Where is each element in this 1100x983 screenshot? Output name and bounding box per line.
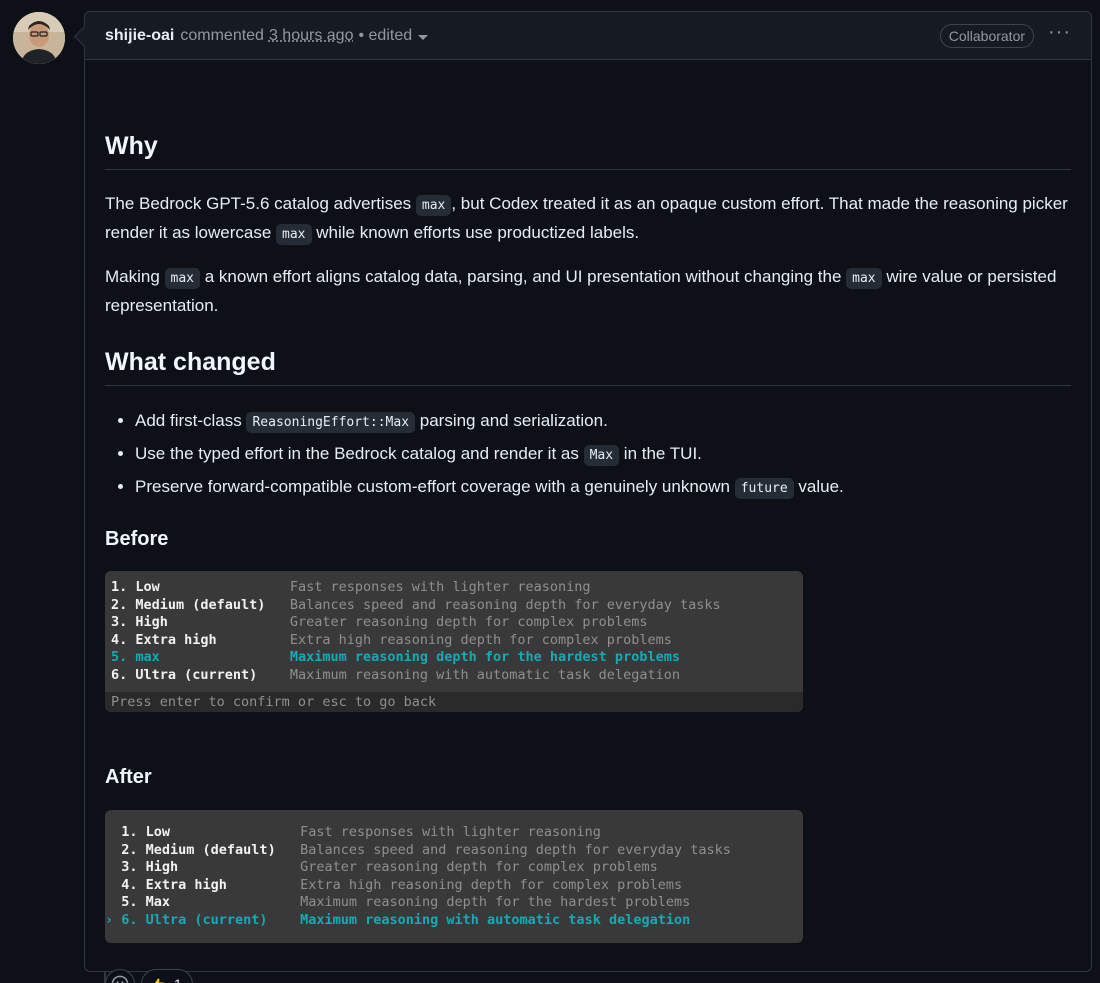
row-prefix — [105, 859, 121, 877]
changes-list: Add first-class ReasoningEffort::Max par… — [105, 405, 1071, 504]
collaborator-badge: Collaborator — [939, 23, 1035, 48]
comment-timestamp[interactable]: 3 hours ago — [269, 27, 354, 45]
avatar-image — [13, 12, 65, 64]
inline-code: max — [164, 268, 201, 289]
issue-timeline: shijie-oai commented 3 hours ago • edite… — [0, 0, 1100, 983]
comment-box: shijie-oai commented 3 hours ago • edite… — [84, 11, 1092, 983]
row-prefix — [105, 894, 121, 912]
text: Use the typed effort in the Bedrock cata… — [135, 444, 584, 463]
after-screenshot: 1. Low Fast responses with lighter reaso… — [105, 810, 803, 943]
table-row: 1. Low Fast responses with lighter reaso… — [105, 824, 803, 842]
inline-code: Max — [583, 445, 620, 466]
row-prefix — [105, 824, 121, 842]
row-prefix — [105, 842, 121, 860]
list-item: Use the typed effort in the Bedrock cata… — [135, 438, 1071, 471]
option-description: Greater reasoning depth for complex prob… — [300, 859, 658, 875]
why-paragraph-2: Making max a known effort aligns catalog… — [105, 263, 1071, 319]
option-label: 1. Low — [121, 824, 276, 840]
option-description: Fast responses with lighter reasoning — [300, 824, 601, 840]
text: Preserve forward-compatible custom-effor… — [135, 477, 735, 496]
option-description: Maximum reasoning depth for the hardest … — [300, 894, 691, 910]
option-description: Maximum reasoning with automatic task de… — [289, 666, 680, 683]
inline-code: future — [734, 478, 794, 499]
option-description: Maximum reasoning depth for the hardest … — [289, 649, 680, 665]
option-label: 4. Extra high — [121, 876, 276, 893]
text: value. — [793, 477, 844, 496]
text: Making — [105, 267, 165, 286]
avatar[interactable] — [13, 12, 65, 64]
kebab-horizontal-icon[interactable]: ··· — [1048, 22, 1071, 42]
table-row: 1. Low Fast responses with lighter reaso… — [111, 579, 803, 597]
option-label: 6. Ultra (current) — [111, 666, 266, 683]
comment-verb: commented — [180, 26, 264, 44]
heading-why: Why — [105, 132, 1071, 170]
option-label: 4. Extra high — [111, 631, 266, 648]
option-label: 1. Low — [111, 579, 266, 595]
thumbs-up-reaction-button[interactable]: 1 — [141, 969, 193, 983]
why-paragraph-1: The Bedrock GPT-5.6 catalog advertises m… — [105, 190, 1071, 248]
inline-code: max — [415, 195, 452, 216]
inline-code: max — [276, 224, 312, 245]
table-row: 2. Medium (default) Balances speed and r… — [105, 842, 803, 860]
list-item: Preserve forward-compatible custom-effor… — [135, 471, 1071, 504]
thumbs-up-icon — [155, 978, 165, 983]
option-description: Greater reasoning depth for complex prob… — [289, 614, 648, 630]
option-description: Extra high reasoning depth for complex p… — [289, 631, 672, 648]
text: in the TUI. — [619, 444, 702, 463]
option-label: 2. Medium (default) — [111, 596, 266, 613]
reactions-bar: 1 — [105, 969, 193, 983]
text: while known efforts use productized labe… — [311, 223, 640, 242]
heading-before: Before — [105, 528, 169, 550]
table-row: 6. Ultra (current) Maximum reasoning wit… — [111, 667, 803, 685]
text: parsing and serialization. — [415, 411, 608, 430]
comment-edited-label[interactable]: • edited — [358, 27, 412, 45]
table-row: 3. High Greater reasoning depth for comp… — [111, 614, 803, 632]
option-label: 5. Max — [121, 894, 276, 910]
option-description: Balances speed and reasoning depth for e… — [300, 841, 731, 858]
table-row: 4. Extra high Extra high reasoning depth… — [111, 632, 803, 650]
option-label: 3. High — [111, 614, 266, 630]
option-description: Fast responses with lighter reasoning — [289, 579, 591, 595]
reaction-count: 1 — [174, 976, 182, 983]
heading-what-changed: What changed — [105, 348, 1071, 386]
option-label: 6. Ultra (current) — [121, 911, 276, 928]
table-row: 2. Medium (default) Balances speed and r… — [111, 597, 803, 615]
before-screenshot: 1. Low Fast responses with lighter reaso… — [105, 571, 803, 712]
text: a known effort aligns catalog data, pars… — [200, 267, 847, 286]
inline-code: max — [846, 268, 882, 289]
table-row: 4. Extra high Extra high reasoning depth… — [105, 877, 803, 895]
option-description: Balances speed and reasoning depth for e… — [289, 596, 721, 613]
table-row: 5. Max Maximum reasoning depth for the h… — [105, 894, 803, 912]
heading-after: After — [105, 766, 152, 788]
option-description: Extra high reasoning depth for complex p… — [300, 876, 683, 893]
list-item: Add first-class ReasoningEffort::Max par… — [135, 405, 1071, 438]
option-description: Maximum reasoning with automatic task de… — [300, 911, 691, 928]
option-label: 3. High — [121, 859, 276, 875]
comment-header: shijie-oai commented 3 hours ago • edite… — [85, 12, 1091, 60]
table-row: 3. High Greater reasoning depth for comp… — [105, 859, 803, 877]
option-label: 5. max — [111, 649, 266, 665]
option-label: 2. Medium (default) — [121, 841, 276, 858]
smiley-icon — [111, 975, 129, 983]
row-prefix — [105, 877, 121, 895]
text: Add first-class — [135, 411, 247, 430]
inline-code: ReasoningEffort::Max — [246, 412, 416, 433]
chevron-down-icon[interactable] — [418, 35, 429, 40]
comment-author[interactable]: shijie-oai — [105, 27, 174, 45]
add-reaction-button[interactable] — [105, 969, 135, 983]
table-row-selected: 5. max Maximum reasoning depth for the h… — [111, 649, 803, 667]
terminal-footer-hint: Press enter to confirm or esc to go back — [105, 692, 803, 712]
selection-cursor: › — [105, 911, 122, 928]
text: The Bedrock GPT-5.6 catalog advertises — [105, 194, 416, 213]
table-row-selected: › 6. Ultra (current) Maximum reasoning w… — [105, 912, 803, 930]
